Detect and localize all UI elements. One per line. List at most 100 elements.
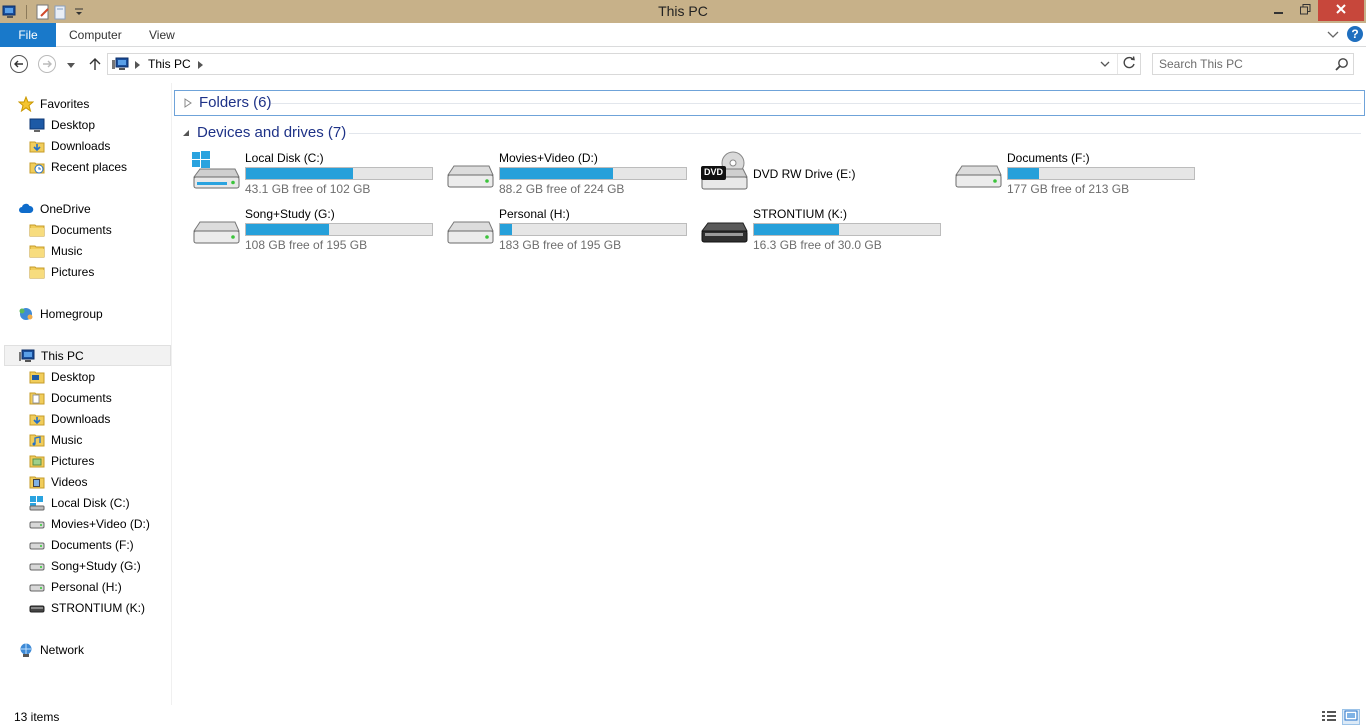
sidebar-item-network[interactable]: Network [18,639,84,660]
drive-usage-fill [500,224,512,235]
group-title-devices: Devices and drives (7) [197,124,347,141]
desktop-icon [29,117,45,133]
restore-button[interactable] [1292,0,1318,21]
sidebar-item-label: Local Disk (C:) [51,495,130,510]
computer-icon[interactable] [2,4,18,20]
hard-drive-icon [29,537,45,553]
large-icons-view-button[interactable] [1342,709,1360,725]
drive-tile-k[interactable]: STRONTIUM (K:) 16.3 GB free of 30.0 GB [699,207,951,259]
tab-view[interactable]: View [149,23,175,47]
sidebar-item-onedrive-documents[interactable]: Documents [29,219,112,240]
breadcrumb-this-pc[interactable]: This PC [148,57,191,71]
recent-locations-button[interactable] [63,55,79,75]
sidebar-item-pc-desktop[interactable]: Desktop [29,366,95,387]
forward-button[interactable] [37,54,57,75]
toolbar-divider [26,5,27,19]
sidebar-item-drive-k[interactable]: STRONTIUM (K:) [29,597,145,618]
videos-folder-icon [29,474,45,490]
sidebar-item-favorites-desktop[interactable]: Desktop [29,114,95,135]
drive-free-space: 177 GB free of 213 GB [1007,182,1130,196]
drive-tile-h[interactable]: Personal (H:) 183 GB free of 195 GB [445,207,697,259]
drive-usage-fill [500,168,613,179]
drive-tile-f[interactable]: Documents (F:) 177 GB free of 213 GB [953,151,1205,203]
hard-drive-icon [191,207,241,253]
sidebar-item-label: Movies+Video (D:) [51,516,150,531]
drive-tile-c[interactable]: Local Disk (C:) 43.1 GB free of 102 GB [191,151,443,203]
chevron-down-icon [67,58,75,72]
usb-drive-icon [29,600,45,616]
details-view-button[interactable] [1320,709,1338,725]
properties-icon[interactable] [35,4,51,20]
search-icon[interactable] [1335,57,1349,74]
close-button[interactable] [1318,0,1364,21]
navigation-bar: This PC [0,47,1366,83]
search-input[interactable] [1159,56,1327,72]
sidebar-item-label: Pictures [51,264,95,279]
sidebar-item-onedrive-pictures[interactable]: Pictures [29,261,94,282]
sidebar-item-label: Desktop [51,369,96,384]
sidebar-item-label: Desktop [51,117,96,132]
minimize-button[interactable] [1266,0,1292,21]
drive-usage-bar [753,223,941,236]
sidebar-item-drive-h[interactable]: Personal (H:) [29,576,122,597]
sidebar-item-label: Downloads [51,411,111,426]
back-button[interactable] [9,54,29,75]
navigation-pane: Favorites Desktop Downloads Recent place… [0,83,172,705]
minimize-icon [1274,4,1284,18]
drive-name: DVD RW Drive (E:) [753,167,856,181]
cloud-icon [18,201,34,217]
customize-toolbar-icon[interactable] [71,4,87,20]
up-button[interactable] [85,55,105,75]
tab-file[interactable]: File [0,23,56,47]
refresh-button[interactable] [1117,54,1141,74]
sidebar-item-label: Music [51,243,83,258]
up-arrow-icon [88,57,102,74]
sidebar-item-homegroup[interactable]: Homegroup [18,303,103,324]
drive-usage-fill [246,168,353,179]
desktop-folder-icon [29,369,45,385]
expand-ribbon-button[interactable] [1326,27,1340,43]
chevron-right-icon[interactable] [135,58,141,72]
drive-tile-e[interactable]: DVD DVD RW Drive (E:) [699,151,951,203]
status-bar: 13 items [0,705,1366,728]
sidebar-item-label: Documents (F:) [51,537,134,552]
group-header-devices[interactable]: Devices and drives (7) [181,124,346,141]
sidebar-item-pc-pictures[interactable]: Pictures [29,450,94,471]
group-header-folders[interactable]: Folders (6) [183,94,272,111]
sidebar-item-favorites-downloads[interactable]: Downloads [29,135,110,156]
sidebar-item-label: OneDrive [40,201,91,216]
sidebar-item-label: Personal (H:) [51,579,122,594]
sidebar-item-pc-downloads[interactable]: Downloads [29,408,110,429]
content-pane: Folders (6) Devices and drives (7) Local… [173,83,1366,705]
refresh-icon [1123,56,1136,72]
sidebar-item-local-disk-c[interactable]: Local Disk (C:) [29,492,130,513]
sidebar-item-favorites[interactable]: Favorites [18,93,89,114]
sidebar-item-pc-music[interactable]: Music [29,429,82,450]
help-button[interactable]: ? [1347,26,1363,42]
sidebar-item-this-pc[interactable]: This PC [4,345,171,366]
sidebar-item-drive-f[interactable]: Documents (F:) [29,534,134,555]
restore-icon [1299,3,1311,18]
sidebar-item-recent-places[interactable]: Recent places [29,156,127,177]
group-divider [271,103,1361,104]
sidebar-item-onedrive-music[interactable]: Music [29,240,82,261]
drive-tile-g[interactable]: Song+Study (G:) 108 GB free of 195 GB [191,207,443,259]
address-bar[interactable]: This PC [107,53,1141,75]
drive-tile-d[interactable]: Movies+Video (D:) 88.2 GB free of 224 GB [445,151,697,203]
sidebar-item-label: Homegroup [40,306,103,321]
tab-computer[interactable]: Computer [69,23,122,47]
sidebar-item-pc-videos[interactable]: Videos [29,471,87,492]
drive-name: Song+Study (G:) [245,207,335,221]
sidebar-item-pc-documents[interactable]: Documents [29,387,112,408]
sidebar-item-onedrive[interactable]: OneDrive [18,198,91,219]
sidebar-item-drive-d[interactable]: Movies+Video (D:) [29,513,150,534]
sidebar-item-label: Pictures [51,453,95,468]
new-folder-icon[interactable] [53,4,69,20]
sidebar-item-drive-g[interactable]: Song+Study (G:) [29,555,141,576]
hard-drive-icon [29,579,45,595]
address-history-button[interactable] [1098,57,1112,71]
drive-free-space: 88.2 GB free of 224 GB [499,182,625,196]
windows-drive-icon [191,151,241,197]
search-box[interactable] [1152,53,1354,75]
chevron-right-icon[interactable] [198,58,204,72]
